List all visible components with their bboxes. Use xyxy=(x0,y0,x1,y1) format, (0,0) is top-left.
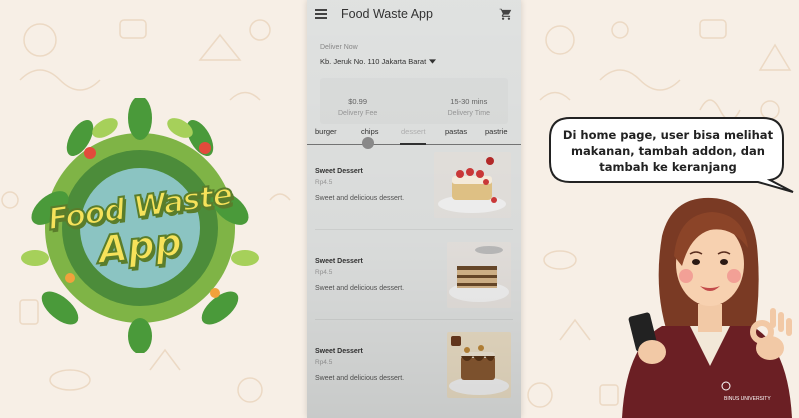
delivery-time-label: Delivery Time xyxy=(447,110,490,117)
app-title: Food Waste App xyxy=(341,6,433,21)
tab-pastrie[interactable]: pastrie xyxy=(485,127,508,136)
delivery-time-value: 15-30 mins xyxy=(450,97,488,106)
food-name: Sweet Dessert xyxy=(315,258,363,265)
delivery-fee-value: $0.99 xyxy=(348,97,368,106)
food-item[interactable]: Sweet Dessert Rp4.5 Sweet and delicious … xyxy=(307,146,521,230)
address-dropdown[interactable]: Kb. Jeruk No. 110 Jakarta Barat xyxy=(320,57,437,66)
phone-screen: Food Waste App Deliver Now Kb. Jeruk No.… xyxy=(307,0,521,418)
food-item[interactable]: Sweet Dessert Rp4.5 Sweet and delicious … xyxy=(307,236,521,320)
app-bar: Food Waste App xyxy=(307,0,521,27)
shopping-cart-icon[interactable] xyxy=(499,7,513,21)
food-description: Sweet and delicious dessert. xyxy=(315,195,405,202)
address-text: Kb. Jeruk No. 110 Jakarta Barat xyxy=(320,57,427,66)
food-price: Rp4.5 xyxy=(315,359,333,366)
delivery-time: 15-30 mins Delivery Time xyxy=(448,97,490,124)
delivery-info-card: $0.99 Delivery Fee 15-30 mins Delivery T… xyxy=(320,78,508,124)
food-image xyxy=(447,332,511,398)
tab-active-indicator xyxy=(400,143,426,145)
food-waste-app-logo: Food Waste App xyxy=(20,98,260,353)
delivery-fee-label: Delivery Fee xyxy=(338,110,378,117)
presenter-illustration: BINUS UNIVERSITY xyxy=(622,197,792,418)
food-item[interactable]: Sweet Dessert Rp4.5 Sweet and delicious … xyxy=(307,326,521,406)
food-description: Sweet and delicious dessert. xyxy=(315,285,405,292)
speech-bubble-text: Di home page, user bisa melihat makanan,… xyxy=(562,128,774,174)
tab-burger[interactable]: burger xyxy=(315,127,337,136)
chevron-down-icon xyxy=(429,59,437,64)
food-image xyxy=(447,242,511,308)
badge-text: BINUS UNIVERSITY xyxy=(724,396,771,402)
divider xyxy=(315,229,513,230)
tab-pastas[interactable]: pastas xyxy=(445,127,467,136)
food-price: Rp4.5 xyxy=(315,269,333,276)
hamburger-menu-icon[interactable] xyxy=(315,8,327,19)
tab-chips[interactable]: chips xyxy=(361,127,379,136)
food-description: Sweet and delicious dessert. xyxy=(315,375,405,382)
divider xyxy=(315,319,513,320)
deliver-now-label: Deliver Now xyxy=(320,44,358,51)
food-price: Rp4.5 xyxy=(315,179,333,186)
tab-dessert[interactable]: dessert xyxy=(401,127,426,136)
speech-bubble: Di home page, user bisa melihat makanan,… xyxy=(548,116,795,196)
delivery-fee: $0.99 Delivery Fee xyxy=(338,97,377,124)
food-image xyxy=(434,152,511,218)
food-name: Sweet Dessert xyxy=(315,168,363,175)
food-name: Sweet Dessert xyxy=(315,348,363,355)
